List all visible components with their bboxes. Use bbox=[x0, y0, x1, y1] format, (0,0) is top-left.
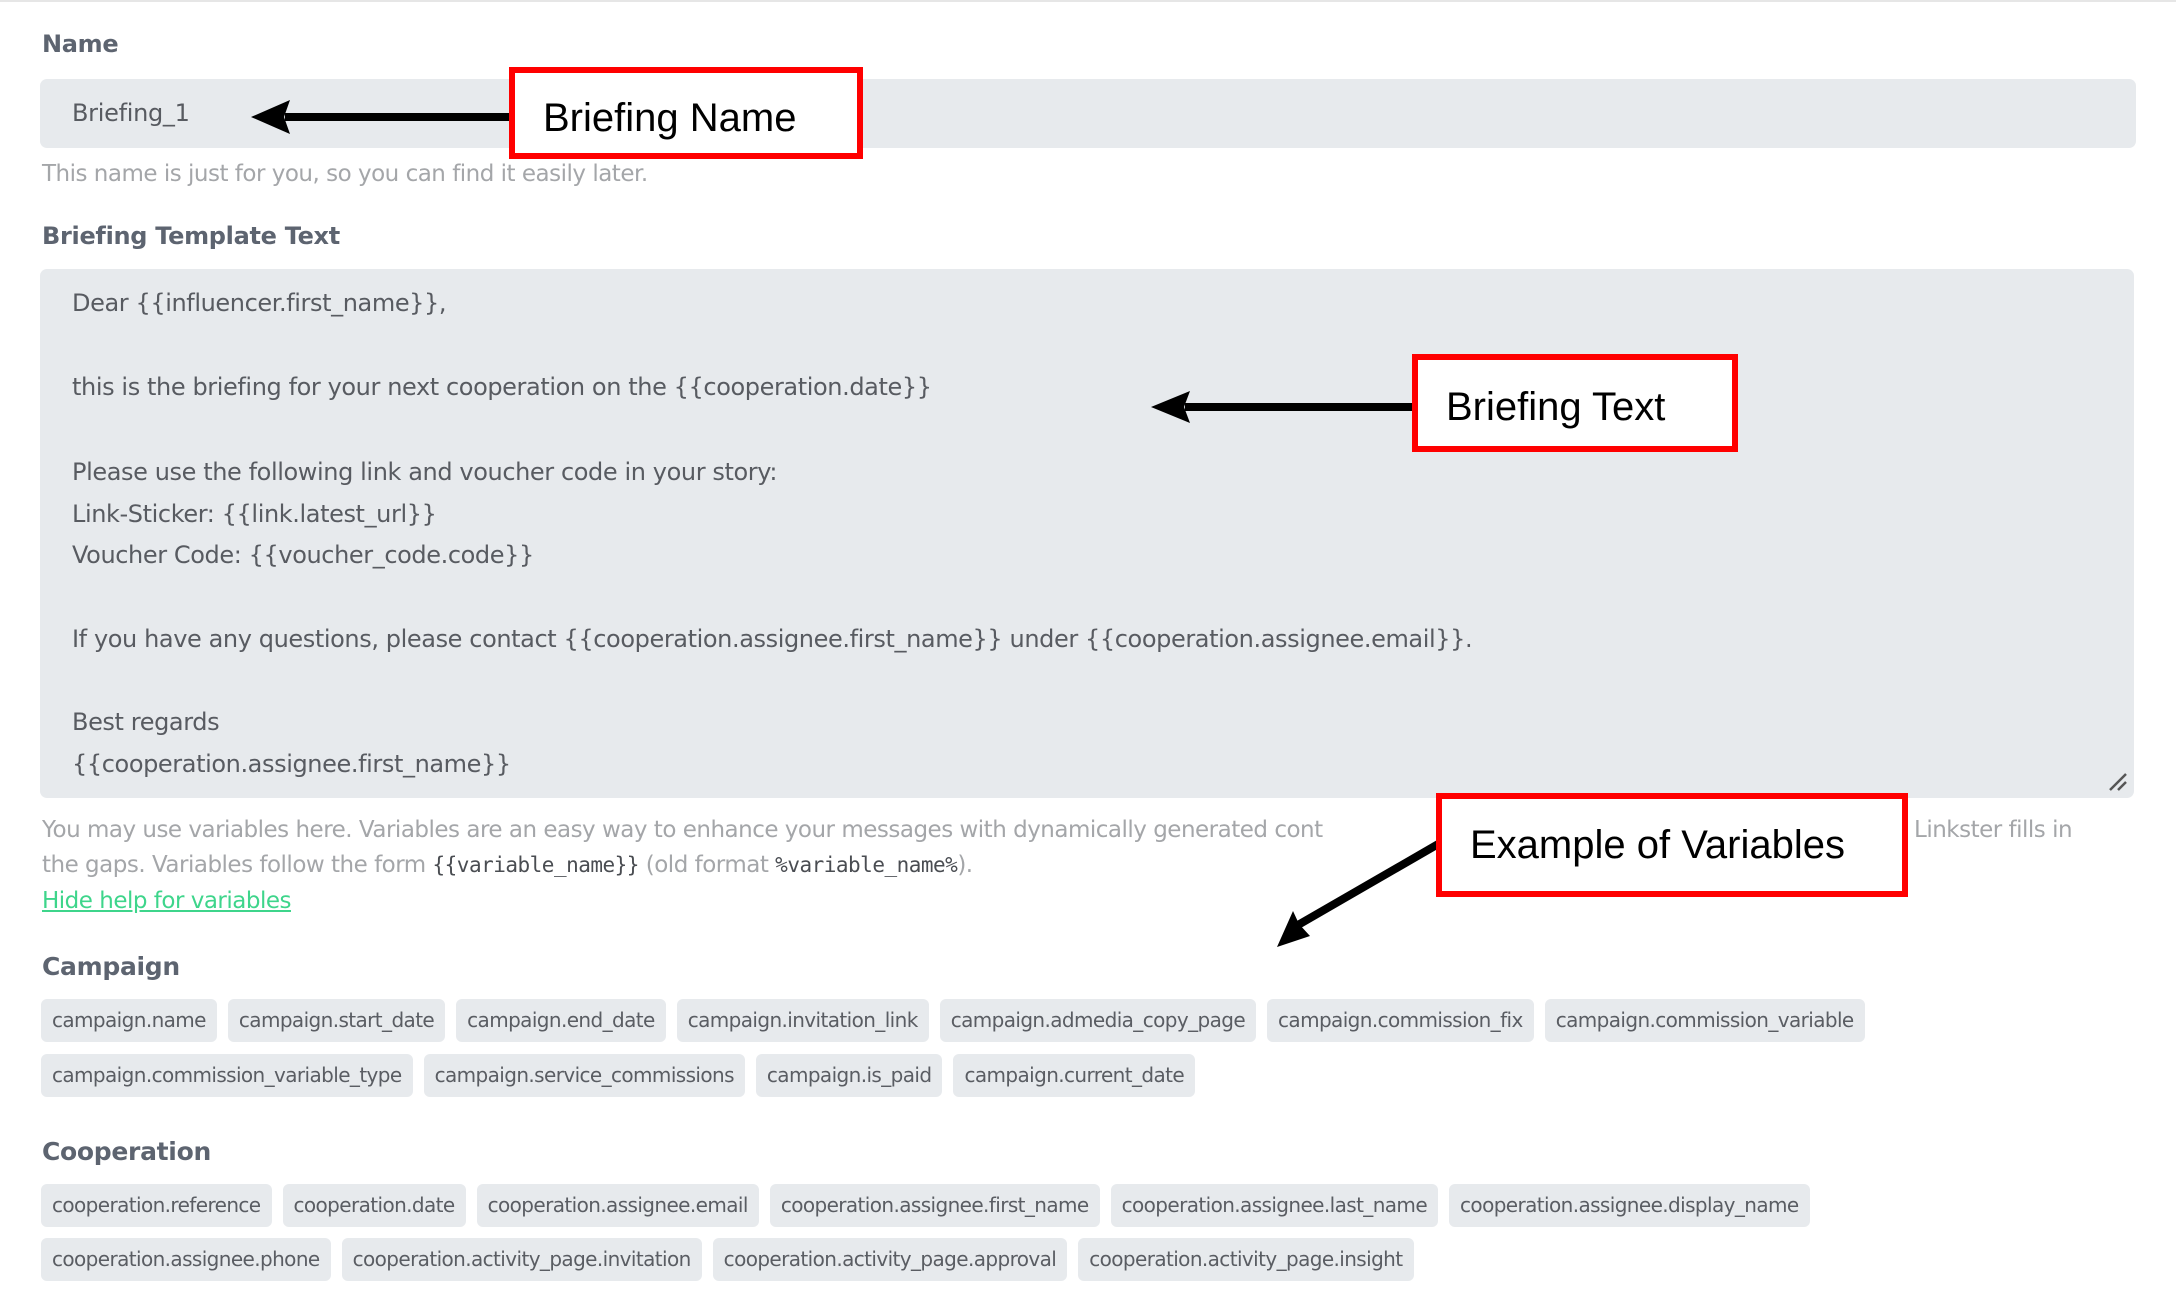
callout-briefing-text: Briefing Text bbox=[1412, 354, 1738, 452]
callout-briefing-name: Briefing Name bbox=[509, 67, 863, 159]
variables-help-line1: You may use variables here. Variables ar… bbox=[42, 817, 1323, 843]
template-line: Please use the following link and vouche… bbox=[72, 458, 777, 486]
variable-chip[interactable]: campaign.current_date bbox=[953, 1054, 1196, 1097]
variables-help-start: You may use variables here. Variables ar… bbox=[42, 817, 1323, 843]
variable-chip[interactable]: cooperation.activity_page.approval bbox=[712, 1238, 1068, 1281]
help-text: the gaps. Variables follow the form bbox=[42, 852, 433, 878]
template-line: {{cooperation.assignee.first_name}} bbox=[72, 750, 511, 778]
variable-chip[interactable]: cooperation.assignee.first_name bbox=[769, 1184, 1100, 1227]
variable-chip[interactable]: cooperation.assignee.last_name bbox=[1110, 1184, 1439, 1227]
template-text-label: Briefing Template Text bbox=[42, 222, 340, 250]
cooperation-section-title: Cooperation bbox=[42, 1137, 211, 1166]
template-line: Best regards bbox=[72, 708, 220, 736]
template-line: this is the briefing for your next coope… bbox=[72, 373, 932, 401]
help-text: (old format bbox=[638, 852, 776, 878]
variable-chip[interactable]: campaign.name bbox=[41, 999, 217, 1042]
variable-chip[interactable]: cooperation.assignee.phone bbox=[41, 1238, 331, 1281]
campaign-chip-row: campaign.name campaign.start_date campai… bbox=[41, 999, 1865, 1042]
template-line: Voucher Code: {{voucher_code.code}} bbox=[72, 541, 534, 569]
name-label: Name bbox=[42, 30, 119, 58]
variable-chip[interactable]: campaign.commission_variable_type bbox=[41, 1054, 413, 1097]
template-line: If you have any questions, please contac… bbox=[72, 625, 1473, 653]
variable-chip[interactable]: campaign.invitation_link bbox=[676, 999, 929, 1042]
variable-chip[interactable]: campaign.commission_fix bbox=[1267, 999, 1534, 1042]
variable-chip[interactable]: cooperation.activity_page.invitation bbox=[341, 1238, 702, 1281]
template-line: Dear {{influencer.first_name}}, bbox=[72, 289, 447, 317]
top-divider bbox=[0, 0, 2176, 2]
hide-help-link[interactable]: Hide help for variables bbox=[42, 888, 291, 914]
variable-chip[interactable]: campaign.commission_variable bbox=[1544, 999, 1865, 1042]
campaign-chip-row: campaign.commission_variable_type campai… bbox=[41, 1054, 1196, 1097]
template-textarea[interactable]: Dear {{influencer.first_name}}, this is … bbox=[40, 269, 2134, 798]
help-text: ). bbox=[957, 852, 973, 878]
variable-chip[interactable]: cooperation.activity_page.insight bbox=[1078, 1238, 1414, 1281]
arrow-icon bbox=[1277, 839, 1443, 947]
variable-chip[interactable]: cooperation.reference bbox=[41, 1184, 272, 1227]
variable-chip[interactable]: campaign.service_commissions bbox=[423, 1054, 745, 1097]
variables-help-line2: the gaps. Variables follow the form {{va… bbox=[42, 852, 973, 878]
variable-chip[interactable]: campaign.admedia_copy_page bbox=[939, 999, 1257, 1042]
campaign-section-title: Campaign bbox=[42, 952, 180, 981]
name-input[interactable]: Briefing_1 bbox=[40, 79, 2136, 148]
template-line: Link-Sticker: {{link.latest_url}} bbox=[72, 500, 437, 528]
variable-chip[interactable]: campaign.start_date bbox=[227, 999, 446, 1042]
variable-chip[interactable]: cooperation.assignee.email bbox=[476, 1184, 759, 1227]
name-help-text: This name is just for you, so you can fi… bbox=[42, 161, 648, 187]
resize-handle-icon[interactable] bbox=[2106, 770, 2128, 792]
variable-chip[interactable]: cooperation.date bbox=[282, 1184, 466, 1227]
variable-chip[interactable]: cooperation.assignee.display_name bbox=[1449, 1184, 1810, 1227]
variables-help-line1-end: Linkster fills in bbox=[1914, 817, 2073, 843]
variable-chip[interactable]: campaign.end_date bbox=[456, 999, 666, 1042]
old-variable-format-code: %variable_name% bbox=[775, 853, 958, 877]
variable-chip[interactable]: campaign.is_paid bbox=[755, 1054, 943, 1097]
cooperation-chip-row: cooperation.reference cooperation.date c… bbox=[41, 1184, 1810, 1227]
cooperation-chip-row: cooperation.assignee.phone cooperation.a… bbox=[41, 1238, 1414, 1281]
callout-example-variables: Example of Variables bbox=[1436, 793, 1908, 897]
variable-format-code: {{variable_name}} bbox=[432, 853, 640, 877]
